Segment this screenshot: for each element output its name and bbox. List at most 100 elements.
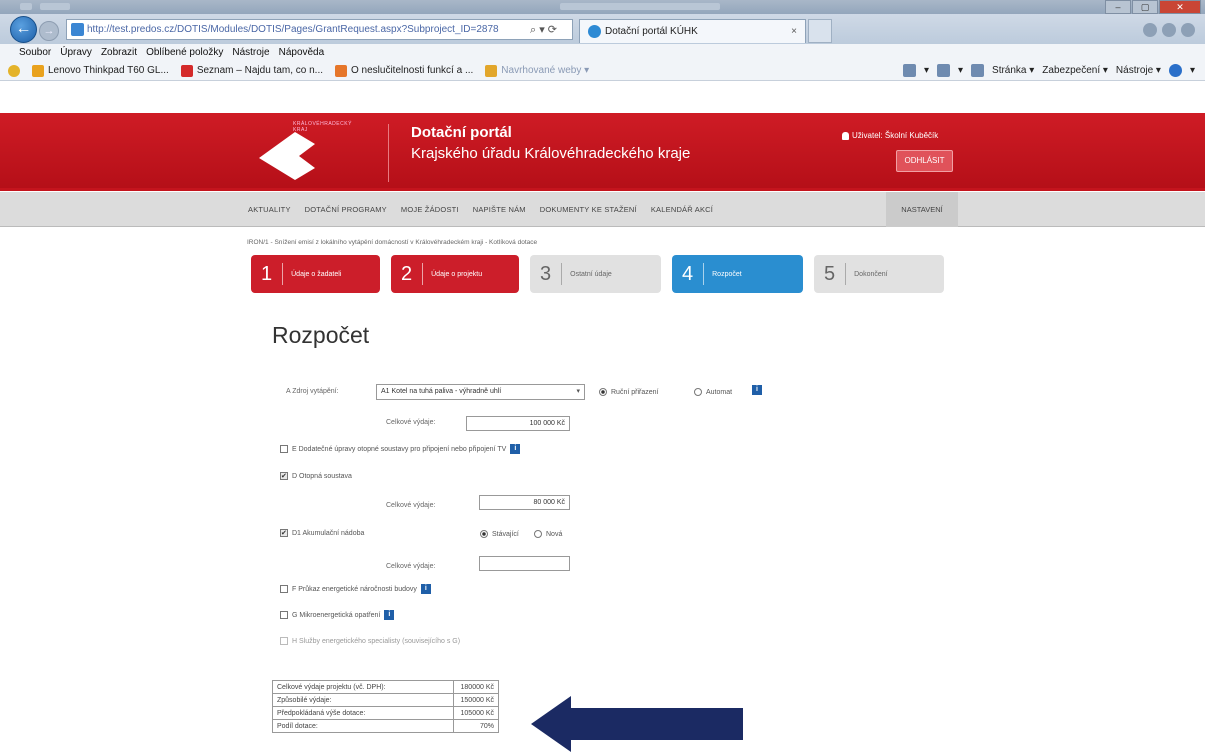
home-icon[interactable] bbox=[902, 64, 916, 77]
d1-checkbox[interactable] bbox=[280, 529, 288, 537]
tools-menu[interactable]: Nástroje ▾ bbox=[1116, 65, 1161, 76]
info-icon[interactable]: i bbox=[384, 610, 395, 620]
manual-radio[interactable] bbox=[599, 388, 607, 396]
nav-settings[interactable]: NASTAVENÍ bbox=[886, 192, 958, 227]
favorite-link[interactable]: O neslučitelnosti funkcí a ... bbox=[335, 64, 473, 77]
table-row: Celkové výdaje projektu (vč. DPH): 18000… bbox=[272, 680, 499, 694]
wizard-steps: 1 Údaje o žadateli 2 Údaje o projektu 3 … bbox=[251, 255, 944, 293]
help-icon[interactable] bbox=[1168, 64, 1182, 77]
menu-bar: Soubor Úpravy Zobrazit Oblíbené položky … bbox=[0, 44, 1205, 61]
browser-tab[interactable]: Dotační portál KÚHK × bbox=[579, 19, 806, 43]
h-checkbox[interactable] bbox=[280, 637, 288, 645]
new-tab-button[interactable] bbox=[808, 19, 832, 43]
tab-title: Dotační portál KÚHK bbox=[605, 26, 698, 37]
a-cost-input[interactable]: 100 000 Kč bbox=[466, 416, 570, 431]
step-project[interactable]: 2 Údaje o projektu bbox=[391, 255, 519, 293]
d1-cost-input[interactable] bbox=[479, 556, 570, 571]
site-nav: AKTUALITY DOTAČNÍ PROGRAMY MOJE ŽÁDOSTI … bbox=[0, 192, 1205, 227]
e-checkbox[interactable] bbox=[280, 445, 288, 453]
suggested-sites-icon bbox=[485, 64, 498, 77]
menu-file[interactable]: Soubor bbox=[19, 47, 51, 58]
search-refresh-icons[interactable]: ⌕ ▾ ⟳ bbox=[530, 23, 557, 37]
menu-tools[interactable]: Nástroje bbox=[232, 47, 269, 58]
info-icon[interactable]: i bbox=[420, 584, 431, 594]
option-g[interactable]: G Mikroenergetická opatření i bbox=[280, 610, 395, 620]
favorite-link[interactable]: Navrhované weby ▾ bbox=[485, 64, 589, 77]
nav-news[interactable]: AKTUALITY bbox=[248, 205, 291, 214]
heating-source-label: A Zdroj vytápění: bbox=[286, 388, 339, 395]
link-icon bbox=[335, 64, 347, 77]
nav-calendar[interactable]: KALENDÁŘ AKCÍ bbox=[651, 205, 713, 214]
d1-cost-label: Celkové výdaje: bbox=[386, 563, 436, 570]
favorite-link[interactable]: Lenovo Thinkpad T60 GL... bbox=[32, 64, 169, 77]
option-f[interactable]: F Průkaz energetické náročnosti budovy i bbox=[280, 584, 431, 594]
d1-existing[interactable]: Stávající bbox=[480, 530, 519, 538]
step-budget[interactable]: 4 Rozpočet bbox=[672, 255, 803, 293]
step-finish[interactable]: 5 Dokončení bbox=[814, 255, 944, 293]
url-text[interactable]: http://test.predos.cz/DOTIS/Modules/DOTI… bbox=[87, 24, 527, 35]
step-applicant[interactable]: 1 Údaje o žadateli bbox=[251, 255, 380, 293]
nav-downloads[interactable]: DOKUMENTY KE STAŽENÍ bbox=[540, 205, 637, 214]
heating-source-select[interactable]: A1 Kotel na tuhá paliva - výhradně uhlí … bbox=[376, 384, 585, 400]
info-icon[interactable]: i bbox=[752, 385, 762, 395]
address-bar[interactable]: http://test.predos.cz/DOTIS/Modules/DOTI… bbox=[66, 19, 573, 40]
g-checkbox[interactable] bbox=[280, 611, 288, 619]
feeds-icon[interactable] bbox=[937, 64, 950, 77]
favorite-link[interactable]: Seznam – Najdu tam, co n... bbox=[180, 64, 323, 77]
f-checkbox[interactable] bbox=[280, 585, 288, 593]
logout-button[interactable]: ODHLÁSIT bbox=[896, 150, 953, 172]
page-menu[interactable]: Stránka ▾ bbox=[992, 65, 1034, 76]
close-window-button[interactable]: ✕ bbox=[1159, 0, 1201, 14]
region-logo-icon bbox=[259, 132, 315, 180]
auto-radio[interactable] bbox=[694, 388, 702, 396]
user-icon bbox=[842, 131, 849, 140]
gear-icon[interactable] bbox=[1181, 23, 1195, 37]
nav-my-requests[interactable]: MOJE ŽÁDOSTI bbox=[401, 205, 459, 214]
breadcrumb[interactable]: IRON/1 - Snížení emisí z lokálního vytáp… bbox=[247, 239, 537, 246]
option-h[interactable]: H Služby energetického specialisty (souv… bbox=[280, 637, 460, 645]
budget-summary-table: Celkové výdaje projektu (vč. DPH): 18000… bbox=[272, 680, 499, 733]
menu-edit[interactable]: Úpravy bbox=[60, 47, 92, 58]
menu-help[interactable]: Nápověda bbox=[279, 47, 325, 58]
step-other[interactable]: 3 Ostatní údaje bbox=[530, 255, 661, 293]
minimize-button[interactable]: – bbox=[1105, 0, 1131, 14]
window-titlebar: – ▢ ✕ bbox=[0, 0, 1205, 14]
print-icon[interactable] bbox=[971, 64, 985, 77]
menu-favorites[interactable]: Oblíbené položky bbox=[146, 47, 223, 58]
assignment-auto[interactable]: Automat bbox=[694, 388, 732, 396]
security-menu[interactable]: Zabezpečení ▾ bbox=[1042, 65, 1108, 76]
help-dropdown[interactable]: ▾ bbox=[1190, 65, 1195, 76]
logo-text: KRÁLOVÉHRADECKÝ KRAJ bbox=[293, 121, 352, 133]
d1-new[interactable]: Nová bbox=[534, 530, 562, 538]
favorites-star-icon[interactable] bbox=[1162, 23, 1176, 37]
link-icon bbox=[32, 64, 44, 77]
new-radio[interactable] bbox=[534, 530, 542, 538]
forward-button[interactable]: → bbox=[39, 21, 59, 41]
table-row: Způsobilé výdaje: 150000 Kč bbox=[272, 693, 499, 707]
maximize-button[interactable]: ▢ bbox=[1132, 0, 1158, 14]
favorites-star-icon[interactable] bbox=[8, 64, 20, 77]
table-row: Podíl dotace: 70% bbox=[272, 719, 499, 733]
home-dropdown[interactable]: ▾ bbox=[924, 65, 929, 76]
d-checkbox[interactable] bbox=[280, 472, 288, 480]
assignment-manual[interactable]: Ruční přiřazení bbox=[599, 388, 658, 396]
feeds-dropdown[interactable]: ▾ bbox=[958, 65, 963, 76]
menu-view[interactable]: Zobrazit bbox=[101, 47, 137, 58]
existing-radio[interactable] bbox=[480, 530, 488, 538]
d-cost-input[interactable]: 80 000 Kč bbox=[479, 495, 570, 510]
home-icon[interactable] bbox=[1143, 23, 1157, 37]
option-e[interactable]: E Dodatečné úpravy otopné soustavy pro p… bbox=[280, 444, 521, 454]
nav-contact[interactable]: NAPIŠTE NÁM bbox=[473, 205, 526, 214]
option-d[interactable]: D Otopná soustava bbox=[280, 472, 352, 480]
info-icon[interactable]: i bbox=[510, 444, 521, 454]
option-d1[interactable]: D1 Akumulační nádoba bbox=[280, 529, 364, 537]
header-divider bbox=[388, 124, 389, 182]
tab-close-icon[interactable]: × bbox=[791, 26, 797, 37]
annotation-arrow-icon bbox=[531, 696, 743, 752]
quick-access-icons bbox=[40, 3, 70, 10]
page-title: Rozpočet bbox=[272, 322, 370, 348]
address-row: ← → http://test.predos.cz/DOTIS/Modules/… bbox=[0, 14, 1205, 44]
nav-grant-programs[interactable]: DOTAČNÍ PROGRAMY bbox=[305, 205, 387, 214]
star-icon bbox=[8, 64, 20, 77]
back-button[interactable]: ← bbox=[10, 16, 37, 43]
